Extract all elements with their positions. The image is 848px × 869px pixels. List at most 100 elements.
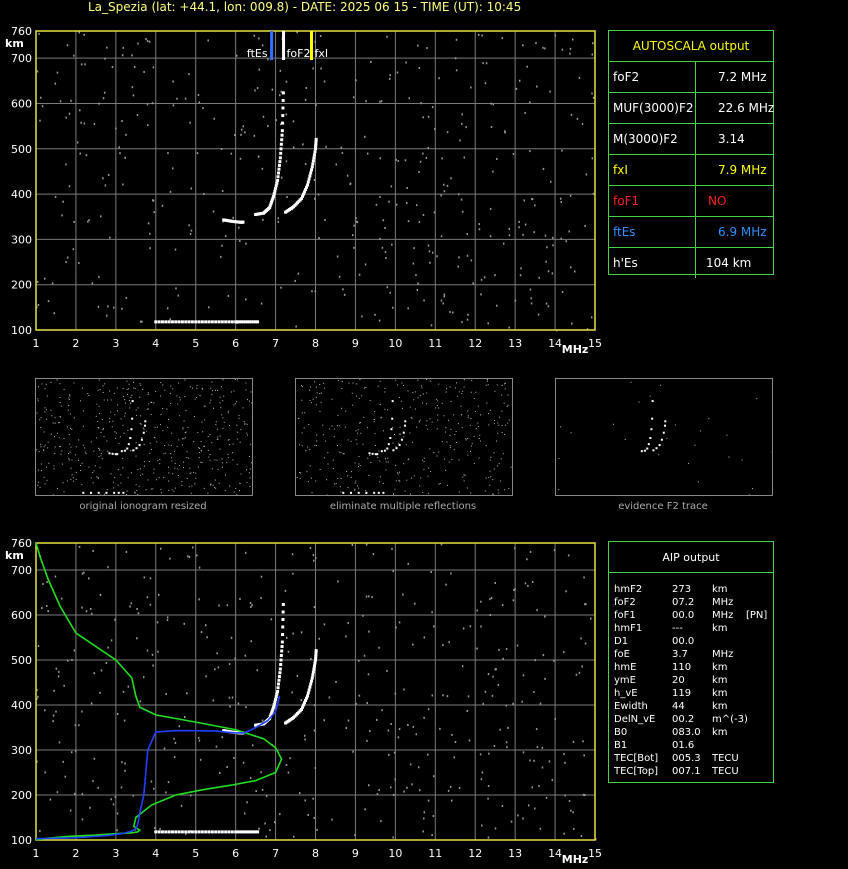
thumb-noise [429, 380, 431, 382]
thumb-trace [662, 431, 665, 434]
thumb-noise [63, 388, 65, 390]
thumb-noise [154, 437, 156, 439]
noise-dot [198, 598, 200, 601]
thumb-noise [462, 476, 464, 478]
thumb-noise [164, 445, 166, 447]
noise-dot [545, 260, 547, 263]
thumb-noise [380, 417, 382, 419]
thumb-noise [58, 422, 60, 424]
thumb-noise [415, 408, 417, 410]
noise-dot [338, 275, 341, 278]
thumb-noise [211, 394, 213, 396]
thumb-noise [186, 477, 188, 479]
thumb-noise [139, 396, 141, 398]
noise-dot [81, 572, 84, 575]
thumb-noise [316, 392, 318, 394]
thumb-noise [127, 477, 129, 479]
thumb-noise [488, 424, 490, 426]
thumb-noise [109, 390, 111, 392]
thumb-noise [558, 489, 560, 491]
noise-dot [460, 122, 463, 125]
thumb-noise [496, 440, 498, 442]
thumb-noise [756, 398, 758, 400]
noise-dot [88, 577, 90, 580]
thumb-noise [174, 450, 176, 452]
thumb-noise [436, 455, 438, 457]
thumb-noise [490, 476, 492, 478]
noise-dot [221, 736, 223, 739]
thumb-trace [647, 443, 650, 446]
noise-dot [415, 733, 418, 736]
trace-point [160, 830, 164, 834]
noise-dot [264, 822, 266, 825]
thumb-noise [467, 437, 469, 439]
trace-point [280, 649, 284, 653]
thumb-noise [44, 411, 46, 413]
noise-dot [427, 115, 430, 118]
trace-point [276, 690, 280, 693]
noise-dot [314, 290, 317, 293]
autoscala-label: ftEs [613, 225, 636, 239]
thumb-noise [310, 402, 312, 404]
trace-point [217, 830, 221, 834]
thumb-noise [219, 448, 221, 450]
noise-dot [206, 636, 208, 639]
trace-point [227, 830, 231, 834]
noise-dot [465, 126, 467, 129]
noise-dot [466, 318, 469, 321]
autoscala-value: 7.9 MHz [718, 163, 767, 177]
trace-point [187, 320, 191, 324]
thumb-noise [303, 427, 305, 429]
noise-dot [417, 282, 419, 285]
thumb-noise [219, 396, 221, 398]
noise-dot [97, 305, 100, 308]
noise-dot [411, 783, 413, 786]
thumb-noise [215, 421, 217, 423]
aip-row: foE 3.7 MHz [609, 648, 773, 661]
trace-point [170, 320, 174, 324]
noise-dot [313, 729, 316, 732]
thumb-noise [404, 490, 406, 492]
noise-dot [56, 71, 59, 74]
trace-point [256, 830, 260, 834]
thumb-noise [124, 402, 126, 404]
trace-point [272, 194, 276, 198]
trace-point [272, 192, 276, 196]
thumb-noise [358, 463, 360, 465]
thumb-trace [402, 431, 405, 434]
noise-dot [478, 223, 480, 226]
noise-dot [545, 796, 548, 799]
thumb-noise [199, 451, 201, 453]
thumb-noise [492, 479, 494, 481]
noise-dot [265, 835, 267, 838]
trace-point [197, 830, 201, 834]
thumb-noise [72, 477, 74, 479]
noise-dot [335, 163, 338, 166]
trace-point [278, 156, 282, 160]
thumb-noise [624, 438, 626, 440]
thumb-noise [193, 416, 195, 418]
noise-dot [502, 657, 504, 660]
noise-dot [147, 222, 150, 225]
noise-dot [416, 288, 419, 291]
thumb-noise [227, 457, 229, 459]
thumb-noise [415, 391, 417, 393]
noise-dot [547, 305, 550, 308]
noise-dot [221, 244, 223, 247]
noise-dot [398, 728, 401, 731]
noise-dot [425, 156, 428, 159]
thumb-trace [122, 491, 125, 494]
thumb-noise [143, 461, 145, 463]
trace-point [306, 183, 310, 187]
y-tick-label: 700 [11, 52, 32, 65]
noise-dot [418, 170, 420, 173]
aip-param: hmE [614, 662, 637, 673]
noise-dot [127, 685, 130, 688]
noise-dot [292, 632, 294, 635]
noise-dot [454, 740, 457, 743]
noise-dot [352, 96, 355, 99]
noise-dot [495, 668, 497, 671]
thumb-trace [132, 449, 135, 452]
noise-dot [489, 598, 491, 601]
thumb-noise [101, 458, 103, 460]
